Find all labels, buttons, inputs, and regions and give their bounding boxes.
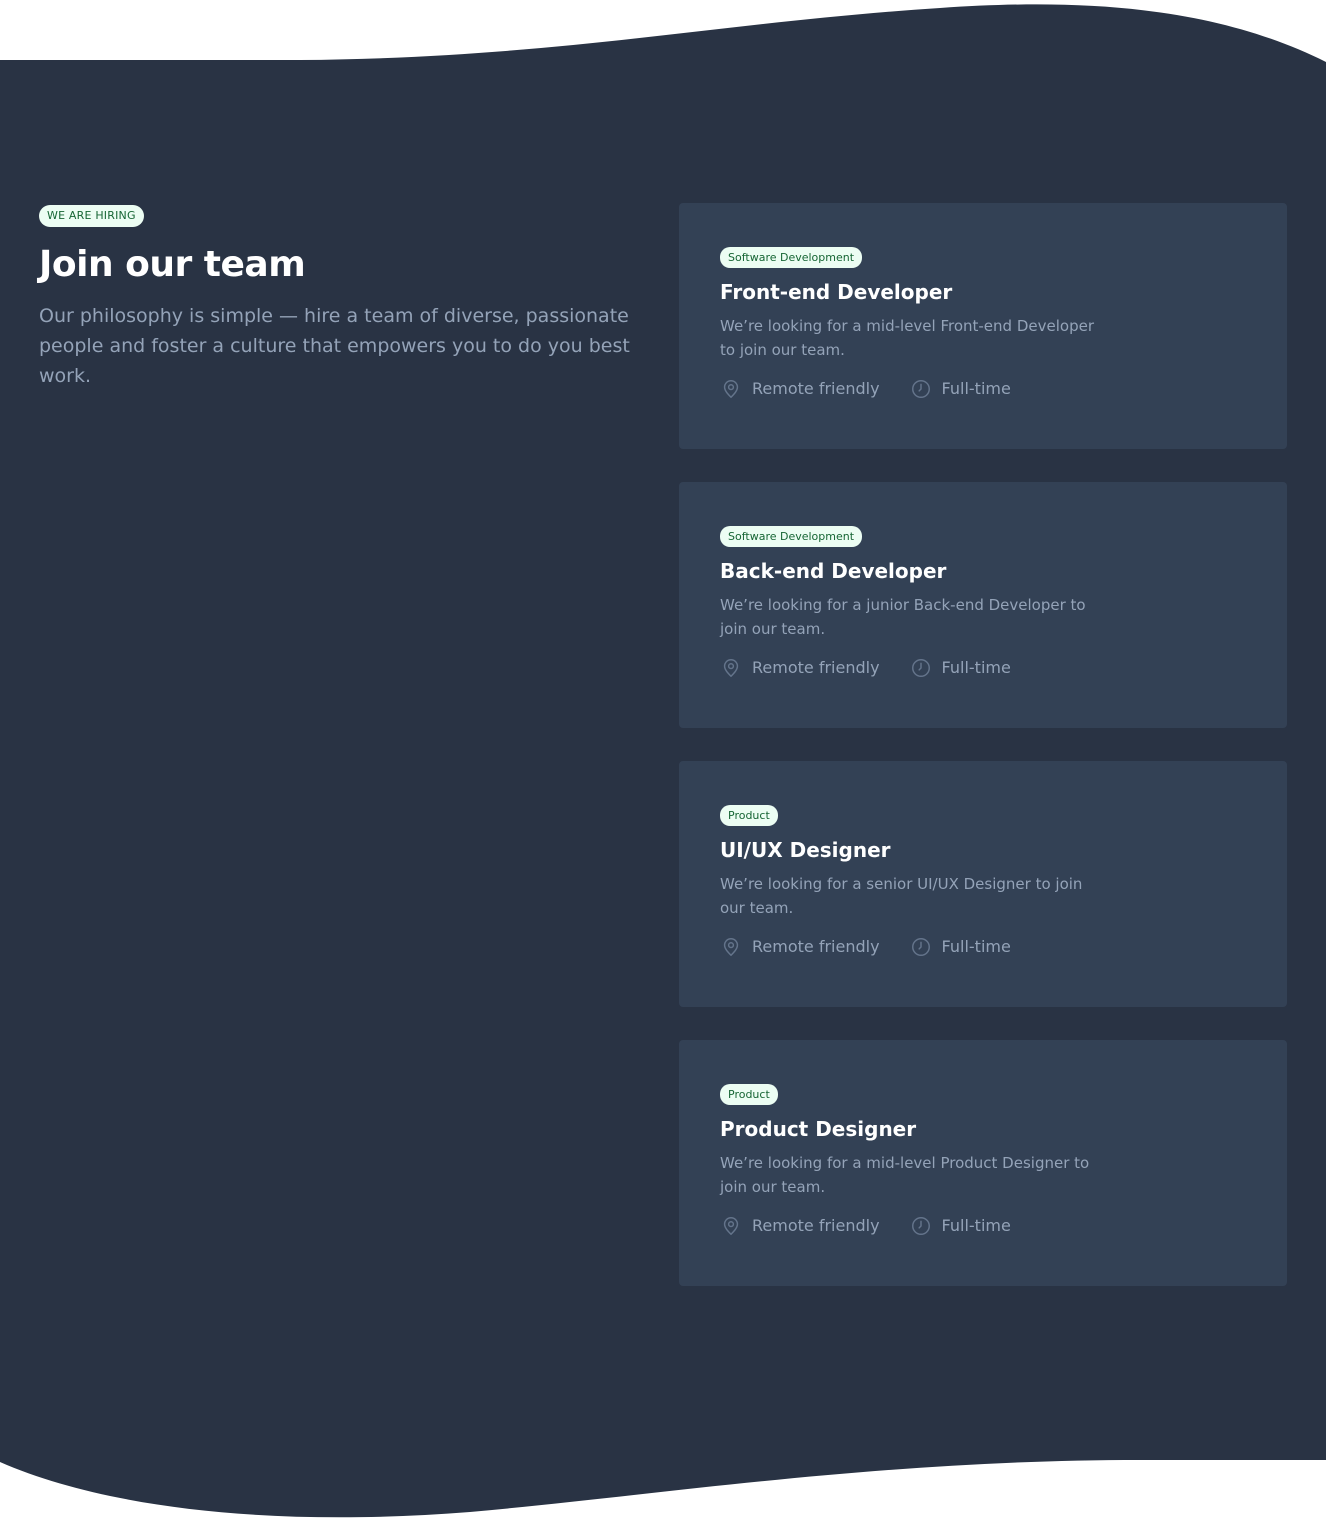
job-description: We’re looking for a mid-level Front-end … xyxy=(720,317,1094,359)
type-label: Full-time xyxy=(941,379,1011,398)
careers-page: WE ARE HIRING Join our team Our philosop… xyxy=(0,0,1326,1520)
job-card[interactable]: Software Development Front-end Developer… xyxy=(679,203,1287,449)
job-meta: Remote friendly Full-time xyxy=(720,657,1246,679)
job-location: Remote friendly xyxy=(720,657,880,679)
job-card[interactable]: Product UI/UX Designer We’re looking for… xyxy=(679,761,1287,1007)
type-label: Full-time xyxy=(941,937,1011,956)
type-label: Full-time xyxy=(941,658,1011,677)
category-badge: Software Development xyxy=(720,526,863,547)
job-meta: Remote friendly Full-time xyxy=(720,1215,1246,1237)
hiring-badge: WE ARE HIRING xyxy=(39,205,144,227)
job-description: We’re looking for a senior UI/UX Designe… xyxy=(720,875,1083,917)
category-badge: Software Development xyxy=(720,247,863,268)
intro-section: WE ARE HIRING Join our team Our philosop… xyxy=(39,204,639,391)
job-location: Remote friendly xyxy=(720,1215,880,1237)
job-meta: Remote friendly Full-time xyxy=(720,378,1246,400)
clock-icon xyxy=(911,938,930,956)
location-label: Remote friendly xyxy=(752,937,880,956)
map-pin-icon xyxy=(723,938,739,956)
map-pin-icon xyxy=(723,380,739,398)
job-type: Full-time xyxy=(910,1215,1011,1237)
job-title[interactable]: Back-end Developer xyxy=(720,557,1246,585)
job-description: We’re looking for a mid-level Product De… xyxy=(720,1154,1090,1196)
job-title[interactable]: UI/UX Designer xyxy=(720,836,1246,864)
category-badge: Product xyxy=(720,805,778,826)
job-type: Full-time xyxy=(910,657,1011,679)
map-pin-icon xyxy=(723,659,739,677)
page-title: Join our team xyxy=(39,244,306,285)
job-card[interactable]: Product Product Designer We’re looking f… xyxy=(679,1040,1287,1286)
job-description: We’re looking for a junior Back-end Deve… xyxy=(720,596,1086,638)
job-card[interactable]: Software Development Back-end Developer … xyxy=(679,482,1287,728)
job-list: Software Development Front-end Developer… xyxy=(679,203,1287,1319)
job-title[interactable]: Front-end Developer xyxy=(720,278,1246,306)
type-label: Full-time xyxy=(941,1216,1011,1235)
location-label: Remote friendly xyxy=(752,658,880,677)
job-location: Remote friendly xyxy=(720,936,880,958)
job-type: Full-time xyxy=(910,378,1011,400)
category-badge: Product xyxy=(720,1084,778,1105)
location-label: Remote friendly xyxy=(752,379,880,398)
job-type: Full-time xyxy=(910,936,1011,958)
map-pin-icon xyxy=(723,1217,739,1235)
job-title[interactable]: Product Designer xyxy=(720,1115,1246,1143)
clock-icon xyxy=(911,380,930,398)
clock-icon xyxy=(911,659,930,677)
job-location: Remote friendly xyxy=(720,378,880,400)
clock-icon xyxy=(911,1217,930,1235)
location-label: Remote friendly xyxy=(752,1216,880,1235)
intro-description: Our philosophy is simple — hire a team o… xyxy=(39,305,630,387)
job-meta: Remote friendly Full-time xyxy=(720,936,1246,958)
